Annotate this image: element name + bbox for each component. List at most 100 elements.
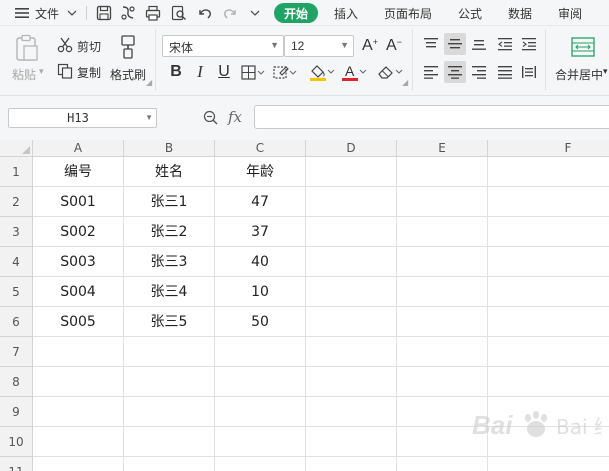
cell-a8[interactable]: [33, 367, 124, 397]
tab-home[interactable]: 开始: [274, 3, 318, 23]
cell-e4[interactable]: [397, 247, 488, 277]
cell-f9[interactable]: [488, 397, 609, 427]
cell-c7[interactable]: [215, 337, 306, 367]
cell-a10[interactable]: [33, 427, 124, 457]
row-header-1[interactable]: 1: [0, 157, 33, 187]
fx-icon[interactable]: fx: [228, 108, 242, 126]
column-header-f[interactable]: F: [488, 140, 609, 157]
column-header-d[interactable]: D: [306, 140, 397, 157]
paste-chevron-icon[interactable]: ▾: [39, 66, 44, 77]
cell-e7[interactable]: [397, 337, 488, 367]
cell-d8[interactable]: [306, 367, 397, 397]
cut-button[interactable]: 剪切: [77, 38, 101, 55]
hamburger-menu-icon[interactable]: [14, 0, 30, 26]
cell-b8[interactable]: [124, 367, 215, 397]
cell-f6[interactable]: [488, 307, 609, 337]
cell-c3[interactable]: 37: [215, 217, 306, 247]
font-name-select[interactable]: 宋体 ▼: [162, 35, 284, 57]
row-header-8[interactable]: 8: [0, 367, 33, 397]
copy-icon[interactable]: [56, 62, 74, 83]
cell-b5[interactable]: 张三4: [124, 277, 215, 307]
column-header-e[interactable]: E: [397, 140, 488, 157]
cell-a3[interactable]: S002: [33, 217, 124, 247]
justify-icon[interactable]: [494, 61, 516, 83]
cell-b10[interactable]: [124, 427, 215, 457]
cell-d4[interactable]: [306, 247, 397, 277]
distributed-align-icon[interactable]: [518, 61, 540, 83]
cell-f11[interactable]: [488, 457, 609, 471]
clipboard-dialog-icon[interactable]: ◢: [146, 78, 152, 87]
cell-c6[interactable]: 50: [215, 307, 306, 337]
tab-insert[interactable]: 插入: [334, 0, 358, 26]
cell-b2[interactable]: 张三1: [124, 187, 215, 217]
cell-d7[interactable]: [306, 337, 397, 367]
row-header-11[interactable]: 11: [0, 457, 33, 471]
underline-icon[interactable]: U: [214, 62, 234, 82]
spreadsheet-grid[interactable]: A B C D E F 1 编号 姓名 年龄 2 S001 张三1 47 3 S002 张三2 37 4 S003 张三…: [0, 140, 609, 471]
row-header-9[interactable]: 9: [0, 397, 33, 427]
cell-e2[interactable]: [397, 187, 488, 217]
align-center-icon[interactable]: [444, 61, 466, 83]
borders-icon[interactable]: [240, 64, 266, 85]
fill-color-icon[interactable]: [308, 62, 336, 85]
format-painter-button[interactable]: 格式刷: [110, 66, 146, 83]
cell-e10[interactable]: [397, 427, 488, 457]
tab-review[interactable]: 审阅: [558, 0, 582, 26]
output-pdf-icon[interactable]: [119, 4, 137, 22]
cell-c5[interactable]: 10: [215, 277, 306, 307]
merge-center-button[interactable]: 合并居中: [555, 66, 603, 83]
cell-b11[interactable]: [124, 457, 215, 471]
zoom-search-icon[interactable]: [202, 109, 220, 130]
decrease-font-icon[interactable]: A −: [384, 36, 404, 56]
column-header-b[interactable]: B: [124, 140, 215, 157]
paste-label[interactable]: 粘贴: [12, 66, 36, 83]
tab-page-layout[interactable]: 页面布局: [384, 0, 432, 26]
increase-indent-icon[interactable]: [518, 33, 540, 55]
italic-icon[interactable]: I: [190, 62, 210, 82]
align-right-icon[interactable]: [468, 61, 490, 83]
merge-chevron-icon[interactable]: ▾: [603, 66, 608, 77]
cell-d9[interactable]: [306, 397, 397, 427]
align-top-icon[interactable]: [420, 33, 442, 55]
cell-f4[interactable]: [488, 247, 609, 277]
cell-c2[interactable]: 47: [215, 187, 306, 217]
scissors-icon[interactable]: [56, 36, 74, 57]
align-left-icon[interactable]: [420, 61, 442, 83]
bold-icon[interactable]: B: [166, 62, 186, 82]
cell-e3[interactable]: [397, 217, 488, 247]
cell-b7[interactable]: [124, 337, 215, 367]
redo-icon[interactable]: [221, 4, 239, 22]
cell-a4[interactable]: S003: [33, 247, 124, 277]
cell-f8[interactable]: [488, 367, 609, 397]
paste-icon[interactable]: [14, 34, 40, 65]
print-icon[interactable]: [144, 4, 162, 22]
cell-c1[interactable]: 年龄: [215, 157, 306, 187]
format-painter-icon[interactable]: [117, 34, 139, 63]
select-all-corner[interactable]: [0, 140, 33, 157]
cell-a9[interactable]: [33, 397, 124, 427]
tab-data[interactable]: 数据: [508, 0, 532, 26]
file-menu-chevron-icon[interactable]: [66, 0, 78, 26]
name-box[interactable]: H13 ▼: [8, 108, 157, 128]
cell-b4[interactable]: 张三3: [124, 247, 215, 277]
cell-c9[interactable]: [215, 397, 306, 427]
cell-e6[interactable]: [397, 307, 488, 337]
row-header-2[interactable]: 2: [0, 187, 33, 217]
cell-c11[interactable]: [215, 457, 306, 471]
cell-f10[interactable]: [488, 427, 609, 457]
cell-style-icon[interactable]: [272, 64, 298, 85]
row-header-4[interactable]: 4: [0, 247, 33, 277]
decrease-indent-icon[interactable]: [494, 33, 516, 55]
cell-e5[interactable]: [397, 277, 488, 307]
font-color-icon[interactable]: A: [340, 62, 368, 85]
cell-d5[interactable]: [306, 277, 397, 307]
copy-button[interactable]: 复制: [77, 64, 101, 81]
cell-c4[interactable]: 40: [215, 247, 306, 277]
align-middle-icon[interactable]: [444, 33, 466, 55]
increase-font-icon[interactable]: A +: [360, 36, 380, 56]
cell-f7[interactable]: [488, 337, 609, 367]
cell-e8[interactable]: [397, 367, 488, 397]
cell-a7[interactable]: [33, 337, 124, 367]
print-preview-icon[interactable]: [170, 4, 188, 22]
cell-f1[interactable]: [488, 157, 609, 187]
